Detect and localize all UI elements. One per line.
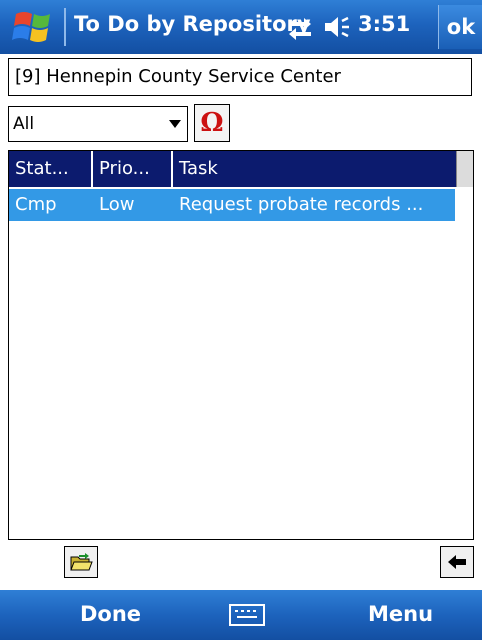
open-folder-icon: [70, 553, 93, 571]
scrollbar[interactable]: [456, 151, 473, 187]
column-header-priority[interactable]: Prio...: [93, 151, 173, 187]
title-separator: [64, 8, 66, 46]
task-list[interactable]: Stat... Prio... Task Cmp Low Request pro…: [8, 150, 474, 540]
windows-start-icon[interactable]: [10, 8, 56, 46]
repository-field: [9] Hennepin County Service Center: [8, 58, 472, 96]
keyboard-icon[interactable]: [229, 603, 265, 627]
clock[interactable]: 3:51: [358, 12, 410, 36]
column-header-status[interactable]: Stat...: [9, 151, 93, 187]
back-arrow-icon: [448, 555, 466, 569]
table-row[interactable]: Cmp Low Request probate records ...: [9, 189, 455, 221]
window-title: To Do by Repository: [74, 12, 311, 36]
bottom-toolbar: [0, 540, 482, 584]
ok-button[interactable]: ok: [438, 5, 482, 49]
filter-dropdown[interactable]: All: [8, 106, 188, 142]
connectivity-icon[interactable]: [286, 13, 314, 41]
menu-softkey[interactable]: Menu: [368, 602, 433, 626]
row-status: Cmp: [15, 194, 57, 215]
row-priority: Low: [99, 194, 135, 215]
list-header: Stat... Prio... Task: [9, 151, 456, 187]
done-softkey[interactable]: Done: [80, 602, 141, 626]
volume-icon[interactable]: [322, 13, 352, 41]
special-characters-button[interactable]: Ω: [194, 104, 230, 142]
filter-selected-value: All: [13, 114, 35, 134]
dropdown-arrow-icon[interactable]: [163, 107, 187, 141]
open-folder-button[interactable]: [64, 546, 98, 578]
back-button[interactable]: [440, 546, 474, 578]
title-bar: To Do by Repository 3:51 ok: [0, 0, 482, 54]
row-task: Request probate records ...: [179, 194, 424, 215]
column-header-task[interactable]: Task: [173, 151, 456, 187]
softkey-bar: Done Menu: [0, 590, 482, 640]
